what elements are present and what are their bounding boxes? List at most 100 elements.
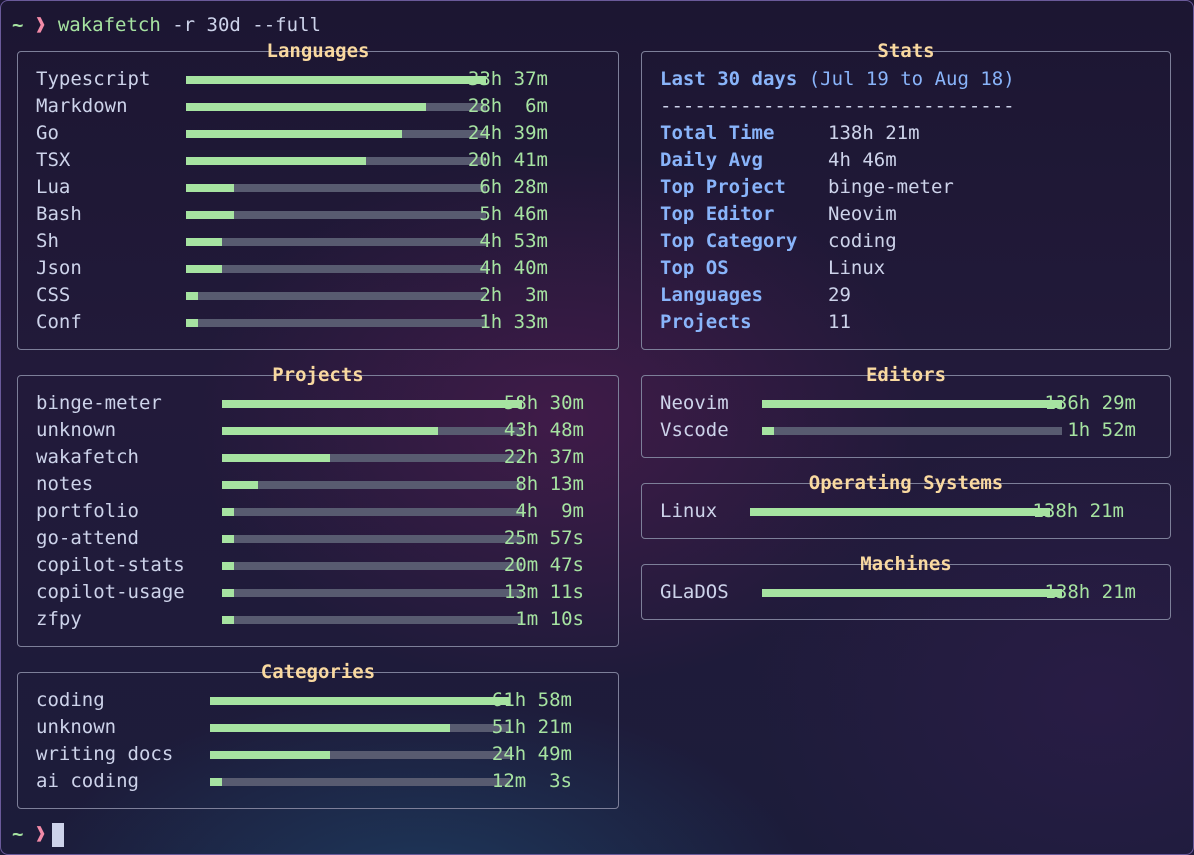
languages-bar-fill	[186, 238, 222, 246]
projects-value: 58h 30m	[503, 392, 584, 414]
stats-row: Top Category coding	[660, 228, 1150, 255]
stats-key: Languages	[660, 284, 763, 306]
languages-bar-track	[186, 319, 486, 327]
stats-value: 138h 21m	[828, 122, 920, 144]
prompt-end-chevron-icon: ❱	[34, 823, 47, 845]
editors-bar-track	[762, 427, 1062, 435]
editors-value: 1h 52m	[1067, 419, 1136, 441]
stats-key: Top Editor	[660, 203, 775, 225]
projects-label: portfolio	[36, 500, 139, 522]
projects-row: copilot-usage 13m 11s	[36, 579, 602, 606]
projects-value: 25m 57s	[503, 527, 584, 549]
editors-row: Vscode 1h 52m	[660, 417, 1154, 444]
categories-label: writing docs	[36, 743, 174, 765]
stats-key: Daily Avg	[660, 149, 763, 171]
categories-value: 12m 3s	[491, 770, 572, 792]
stats-row: Projects 11	[660, 309, 1150, 336]
categories-label: ai coding	[36, 770, 139, 792]
machines-bar-track	[762, 589, 1062, 597]
languages-bar-fill	[186, 130, 402, 138]
categories-title: Categories	[260, 661, 376, 683]
languages-label: CSS	[36, 284, 71, 306]
stats-value: binge-meter	[828, 176, 954, 198]
projects-bar-track	[222, 616, 522, 624]
projects-label: binge-meter	[36, 392, 162, 414]
languages-row: Conf 1h 33m	[36, 309, 602, 336]
command-name: wakafetch	[57, 14, 161, 36]
languages-bar-track	[186, 265, 486, 273]
operating-systems-label: Linux	[660, 500, 718, 522]
editors-bar-fill	[762, 427, 774, 435]
prompt-end-tilde: ~	[12, 823, 24, 845]
languages-bar-fill	[186, 157, 366, 165]
projects-bar-track	[222, 535, 522, 543]
projects-label: copilot-usage	[36, 581, 185, 603]
languages-bar-track	[186, 130, 486, 138]
input-prompt-line[interactable]: ~ ❱	[12, 821, 65, 847]
languages-label: Bash	[36, 203, 82, 225]
languages-bar-track	[186, 157, 486, 165]
languages-panel: Languages Typescript 33h 37m Markdown 28h 6…	[17, 40, 619, 350]
languages-value: 4h 53m	[479, 230, 548, 252]
languages-bar-track	[186, 238, 486, 246]
command-line: ~ ❱ wakafetch -r 30d --full	[12, 12, 321, 38]
languages-value: 6h 28m	[479, 176, 548, 198]
languages-row: Bash 5h 46m	[36, 201, 602, 228]
categories-bar-track	[210, 751, 510, 759]
projects-bar-track	[222, 481, 522, 489]
languages-bar-track	[186, 184, 486, 192]
categories-label: unknown	[36, 716, 117, 738]
projects-value: 1m 10s	[515, 608, 584, 630]
separator-text: -------------------------------	[660, 95, 1015, 117]
projects-row: portfolio 4h 9m	[36, 498, 602, 525]
categories-bar-track	[210, 778, 510, 786]
languages-row: Go 24h 39m	[36, 120, 602, 147]
stats-period: Last 30 days	[660, 68, 798, 90]
projects-panel: Projects binge-meter 58h 30m unknown 43h 48…	[17, 364, 619, 647]
languages-bar-track	[186, 76, 486, 84]
projects-label: zfpy	[36, 608, 82, 630]
text-cursor[interactable]	[52, 822, 65, 847]
projects-row: copilot-stats 20m 47s	[36, 552, 602, 579]
stats-row: Total Time 138h 21m	[660, 120, 1150, 147]
stats-value: coding	[828, 230, 897, 252]
stats-key: Projects	[660, 311, 752, 333]
projects-bar-fill	[222, 535, 234, 543]
languages-label: Typescript	[36, 68, 151, 90]
languages-row: Typescript 33h 37m	[36, 66, 602, 93]
categories-row: unknown 51h 21m	[36, 714, 602, 741]
projects-label: copilot-stats	[36, 554, 185, 576]
projects-value: 8h 13m	[515, 473, 584, 495]
categories-value: 51h 21m	[491, 716, 572, 738]
languages-bar-fill	[186, 319, 198, 327]
editors-bar-track	[762, 400, 1062, 408]
languages-value: 2h 3m	[479, 284, 548, 306]
languages-bar-fill	[186, 265, 222, 273]
categories-bar-fill	[210, 778, 222, 786]
languages-label: Sh	[36, 230, 59, 252]
languages-title: Languages	[266, 40, 370, 62]
projects-row: zfpy 1m 10s	[36, 606, 602, 633]
operating-systems-bar-fill	[750, 508, 1050, 516]
languages-row: Markdown 28h 6m	[36, 93, 602, 120]
stats-title: Stats	[877, 40, 935, 62]
languages-value: 33h 37m	[467, 68, 548, 90]
editors-label: Neovim	[660, 392, 729, 414]
languages-bar-fill	[186, 103, 426, 111]
projects-label: go-attend	[36, 527, 139, 549]
operating-systems-panel: Operating Systems Linux 138h 21m	[641, 472, 1171, 539]
command-args: -r 30d --full	[172, 14, 321, 36]
languages-bar-fill	[186, 76, 486, 84]
stats-value: 11	[828, 311, 851, 333]
stats-range: (Jul 19 to Aug 18)	[808, 68, 1015, 90]
categories-row: ai coding 12m 3s	[36, 768, 602, 795]
categories-value: 61h 58m	[491, 689, 572, 711]
projects-label: wakafetch	[36, 446, 139, 468]
categories-bar-fill	[210, 751, 330, 759]
projects-value: 20m 47s	[503, 554, 584, 576]
projects-row: go-attend 25m 57s	[36, 525, 602, 552]
projects-title: Projects	[272, 364, 364, 386]
editors-value: 136h 29m	[1044, 392, 1136, 414]
editors-bar-fill	[762, 400, 1062, 408]
stats-value: Linux	[828, 257, 886, 279]
